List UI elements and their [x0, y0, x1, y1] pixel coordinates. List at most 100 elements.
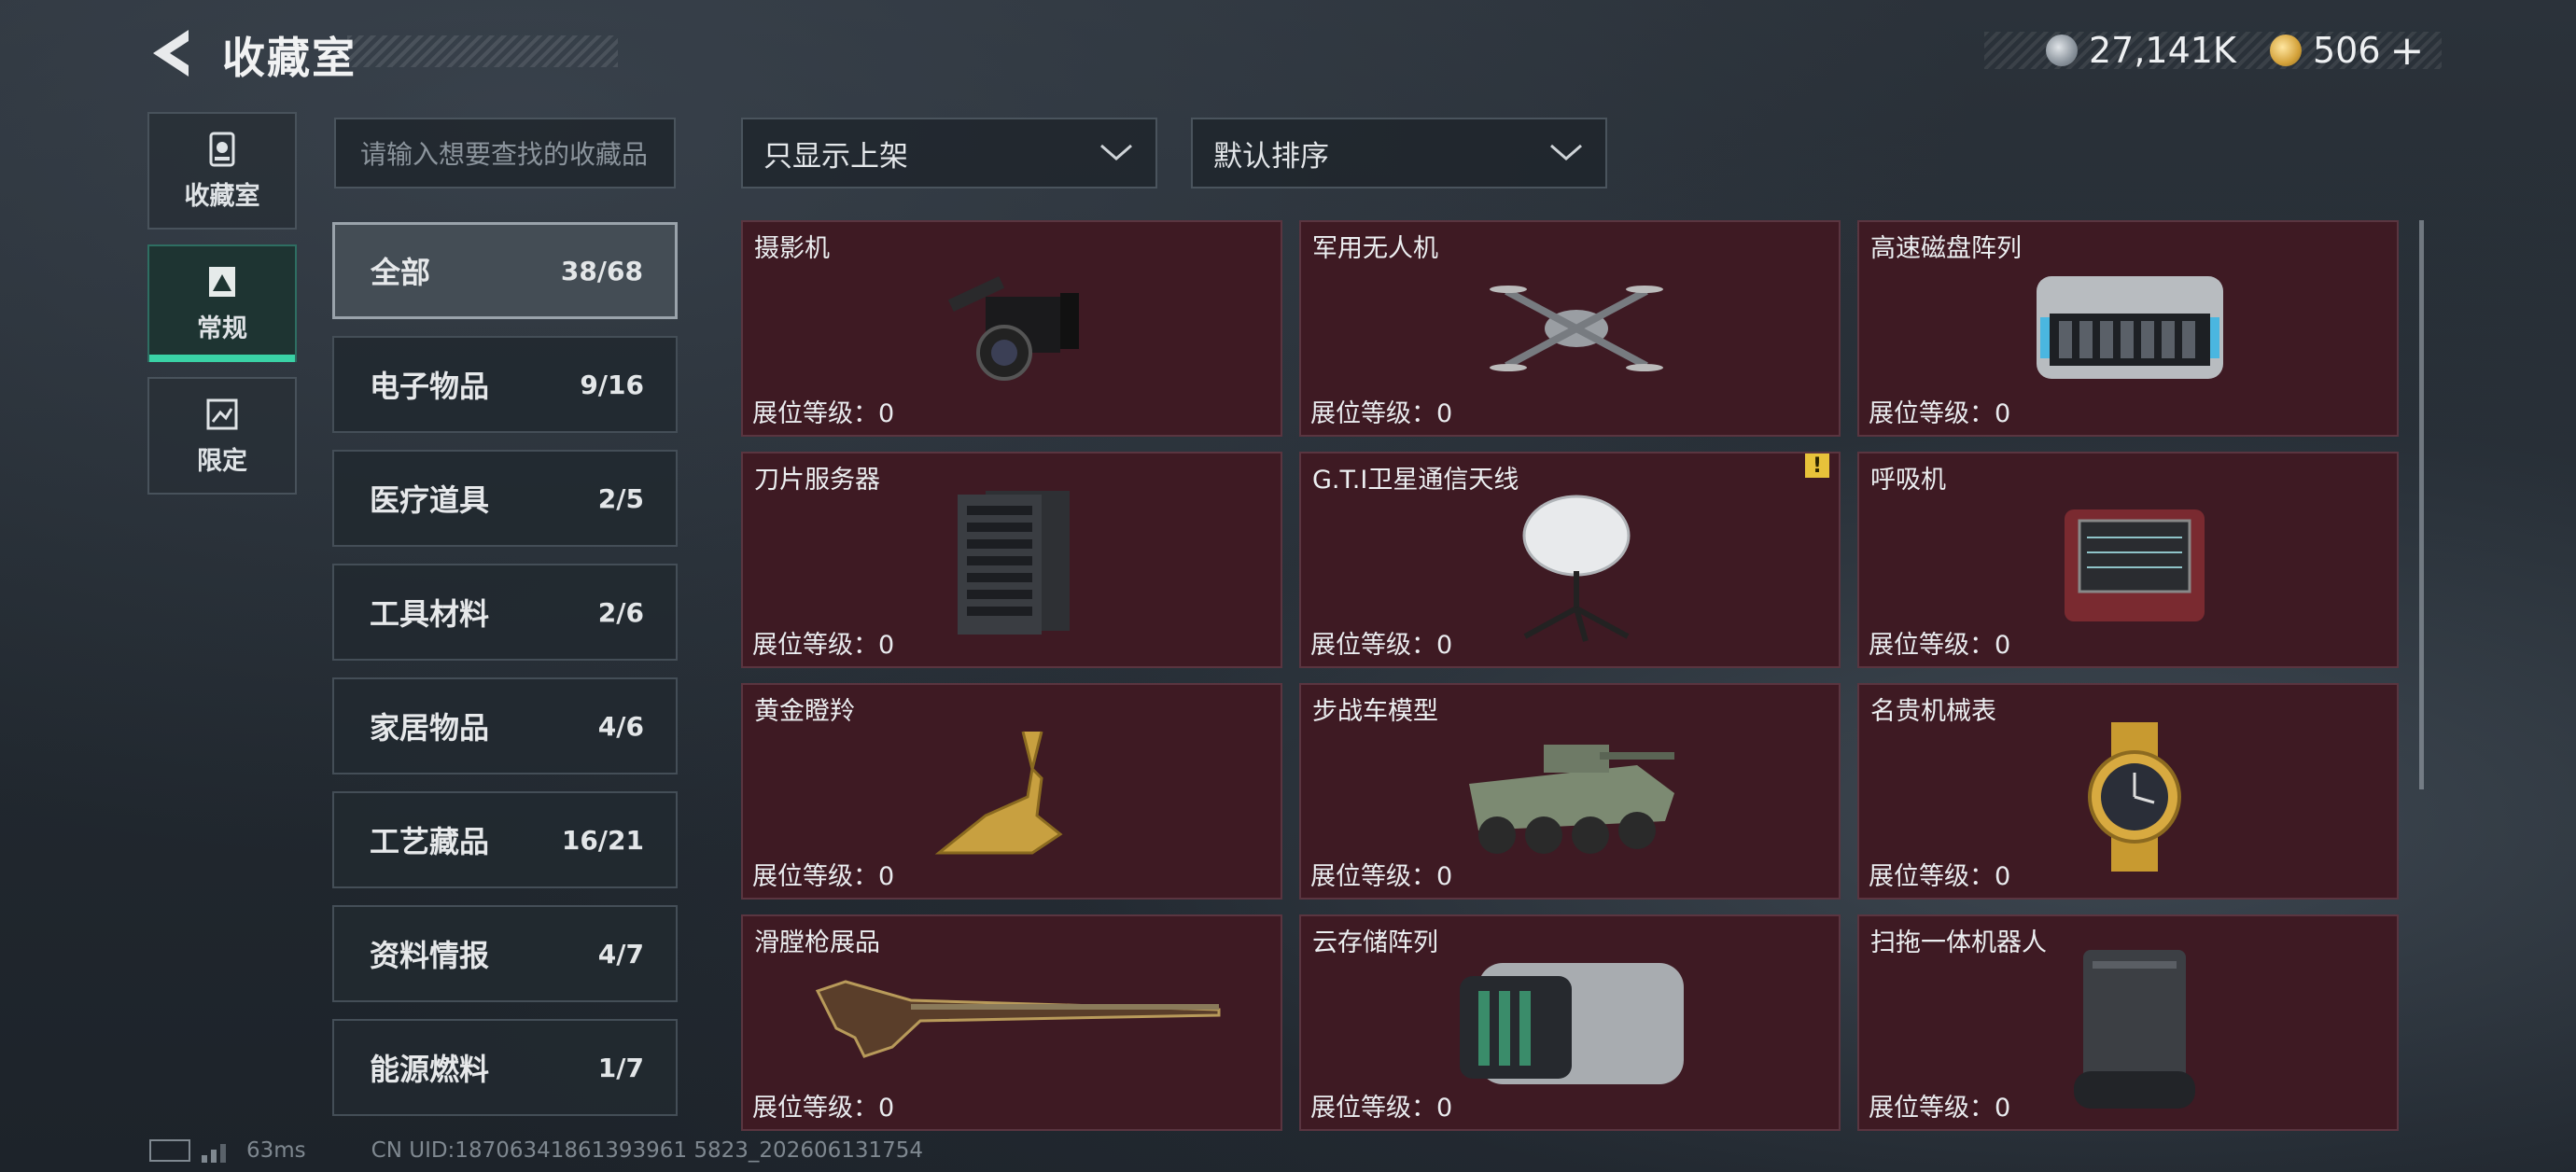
active-tab-indicator [149, 355, 295, 362]
item-card-mechanical-watch[interactable]: 名贵机械表 展位等级：0 [1857, 683, 2399, 900]
category-count: 16/21 [561, 824, 644, 856]
item-card-drone[interactable]: 军用无人机 展位等级：0 [1299, 220, 1841, 437]
golden-gazelle-icon [934, 731, 1063, 855]
item-card-disk-array[interactable]: 高速磁盘阵列 展位等级：0 [1857, 220, 2399, 437]
item-name: G.T.I卫星通信天线 [1312, 466, 1519, 495]
tab-label: 常规 [197, 314, 247, 343]
category-medical[interactable]: 医疗道具 2/5 [332, 450, 678, 547]
item-name: 高速磁盘阵列 [1870, 234, 2022, 263]
add-currency-button[interactable]: + [2390, 27, 2425, 75]
category-label: 资料情报 [370, 938, 490, 973]
title-decoration [347, 35, 618, 67]
drone-icon [1490, 286, 1663, 371]
back-button[interactable] [147, 26, 202, 80]
category-intel[interactable]: 资料情报 4/7 [332, 905, 678, 1002]
item-name: 刀片服务器 [754, 466, 880, 495]
category-count: 4/6 [597, 710, 644, 742]
category-count: 1/7 [597, 1052, 644, 1083]
collection-room-icon [209, 132, 235, 166]
item-level: 展位等级：0 [1310, 1094, 1453, 1123]
category-count: 9/16 [580, 369, 644, 400]
sort-dropdown[interactable]: 默认排序 [1191, 118, 1607, 188]
category-count: 38/68 [560, 255, 643, 286]
item-level: 展位等级：0 [752, 862, 895, 891]
satellite-antenna-icon [1522, 495, 1631, 642]
battery-icon [149, 1139, 190, 1162]
page-title: 收藏室 [222, 33, 357, 83]
item-card-ifv-model[interactable]: 步战车模型 展位等级：0 [1299, 683, 1841, 900]
back-arrow-icon [153, 30, 189, 77]
chevron-down-icon [1550, 144, 1582, 160]
sort-dropdown-value: 默认排序 [1213, 139, 1329, 174]
category-household[interactable]: 家居物品 4/6 [332, 677, 678, 774]
currency-gold-value: 506 [2313, 30, 2381, 71]
category-label: 电子物品 [370, 369, 490, 404]
item-level: 展位等级：0 [1310, 399, 1453, 428]
currency-silver: 27,141K [2046, 28, 2236, 73]
item-card-satellite-antenna[interactable]: G.T.I卫星通信天线 ! 展位等级：0 [1299, 452, 1841, 668]
currency-silver-value: 27,141K [2089, 30, 2236, 71]
scrollbar[interactable] [2419, 220, 2424, 789]
category-label: 全部 [371, 255, 431, 290]
item-level: 展位等级：0 [752, 631, 895, 660]
category-label: 能源燃料 [370, 1052, 490, 1087]
ventilator-icon [2065, 509, 2205, 621]
mop-robot-icon [2074, 950, 2195, 1109]
item-card-blade-server[interactable]: 刀片服务器 展位等级：0 [741, 452, 1282, 668]
item-level: 展位等级：0 [1869, 399, 2011, 428]
item-level: 展位等级：0 [752, 1094, 895, 1123]
item-level: 展位等级：0 [1869, 1094, 2011, 1123]
camera-icon [947, 275, 1079, 381]
limited-icon [206, 398, 238, 429]
chevron-down-icon [1100, 144, 1132, 160]
item-level: 展位等级：0 [1869, 862, 2011, 891]
item-name: 扫拖一体机器人 [1870, 928, 2047, 957]
item-name: 名贵机械表 [1870, 697, 1996, 726]
cloud-storage-icon [1460, 963, 1684, 1084]
item-card-mop-robot[interactable]: 扫拖一体机器人 展位等级：0 [1857, 914, 2399, 1131]
category-count: 2/6 [597, 596, 644, 628]
category-electronics[interactable]: 电子物品 9/16 [332, 336, 678, 433]
filter-dropdown-value: 只显示上架 [763, 139, 908, 174]
item-name: 军用无人机 [1312, 234, 1438, 263]
status-footer: 63ms CN UID:18706341861393961 5823_20260… [149, 1138, 923, 1163]
tab-regular[interactable]: 常规 [147, 244, 297, 362]
item-level: 展位等级：0 [1869, 631, 2011, 660]
gold-coin-icon [2270, 35, 2302, 66]
category-count: 4/7 [597, 938, 644, 970]
category-all[interactable]: 全部 38/68 [332, 222, 678, 319]
item-card-camera[interactable]: 摄影机 展位等级：0 [741, 220, 1282, 437]
category-energy[interactable]: 能源燃料 1/7 [332, 1019, 678, 1116]
item-name: 云存储阵列 [1312, 928, 1438, 957]
category-label: 家居物品 [370, 710, 490, 746]
disk-array-icon [2037, 276, 2223, 379]
category-tools[interactable]: 工具材料 2/6 [332, 564, 678, 661]
item-name: 摄影机 [754, 234, 830, 263]
category-label: 医疗道具 [370, 482, 490, 518]
item-name: 呼吸机 [1870, 466, 1946, 495]
item-name: 滑膛枪展品 [754, 928, 880, 957]
filter-dropdown[interactable]: 只显示上架 [741, 118, 1157, 188]
item-card-musket[interactable]: 滑膛枪展品 展位等级：0 [741, 914, 1282, 1131]
tab-label: 收藏室 [184, 181, 260, 211]
tab-collection-room[interactable]: 收藏室 [147, 112, 297, 230]
musket-icon [815, 980, 1221, 1058]
item-card-cloud-storage[interactable]: 云存储阵列 展位等级：0 [1299, 914, 1841, 1131]
signal-icon [202, 1144, 226, 1163]
ifv-model-icon [1469, 745, 1674, 854]
tab-label: 限定 [197, 446, 247, 476]
search-input[interactable]: 请输入想要查找的收藏品 [334, 118, 676, 188]
regular-icon [209, 266, 235, 297]
category-label: 工具材料 [370, 596, 490, 632]
currency-gold: 506 + [2270, 27, 2425, 75]
warning-icon: ! [1805, 453, 1829, 478]
category-crafts[interactable]: 工艺藏品 16/21 [332, 791, 678, 888]
category-count: 2/5 [597, 482, 644, 514]
item-card-golden-gazelle[interactable]: 黄金瞪羚 展位等级：0 [741, 683, 1282, 900]
mechanical-watch-icon [2088, 722, 2181, 872]
item-card-ventilator[interactable]: 呼吸机 展位等级：0 [1857, 452, 2399, 668]
blade-server-icon [958, 491, 1070, 635]
category-label: 工艺藏品 [370, 824, 490, 859]
tab-limited[interactable]: 限定 [147, 377, 297, 495]
item-name: 步战车模型 [1312, 697, 1438, 726]
